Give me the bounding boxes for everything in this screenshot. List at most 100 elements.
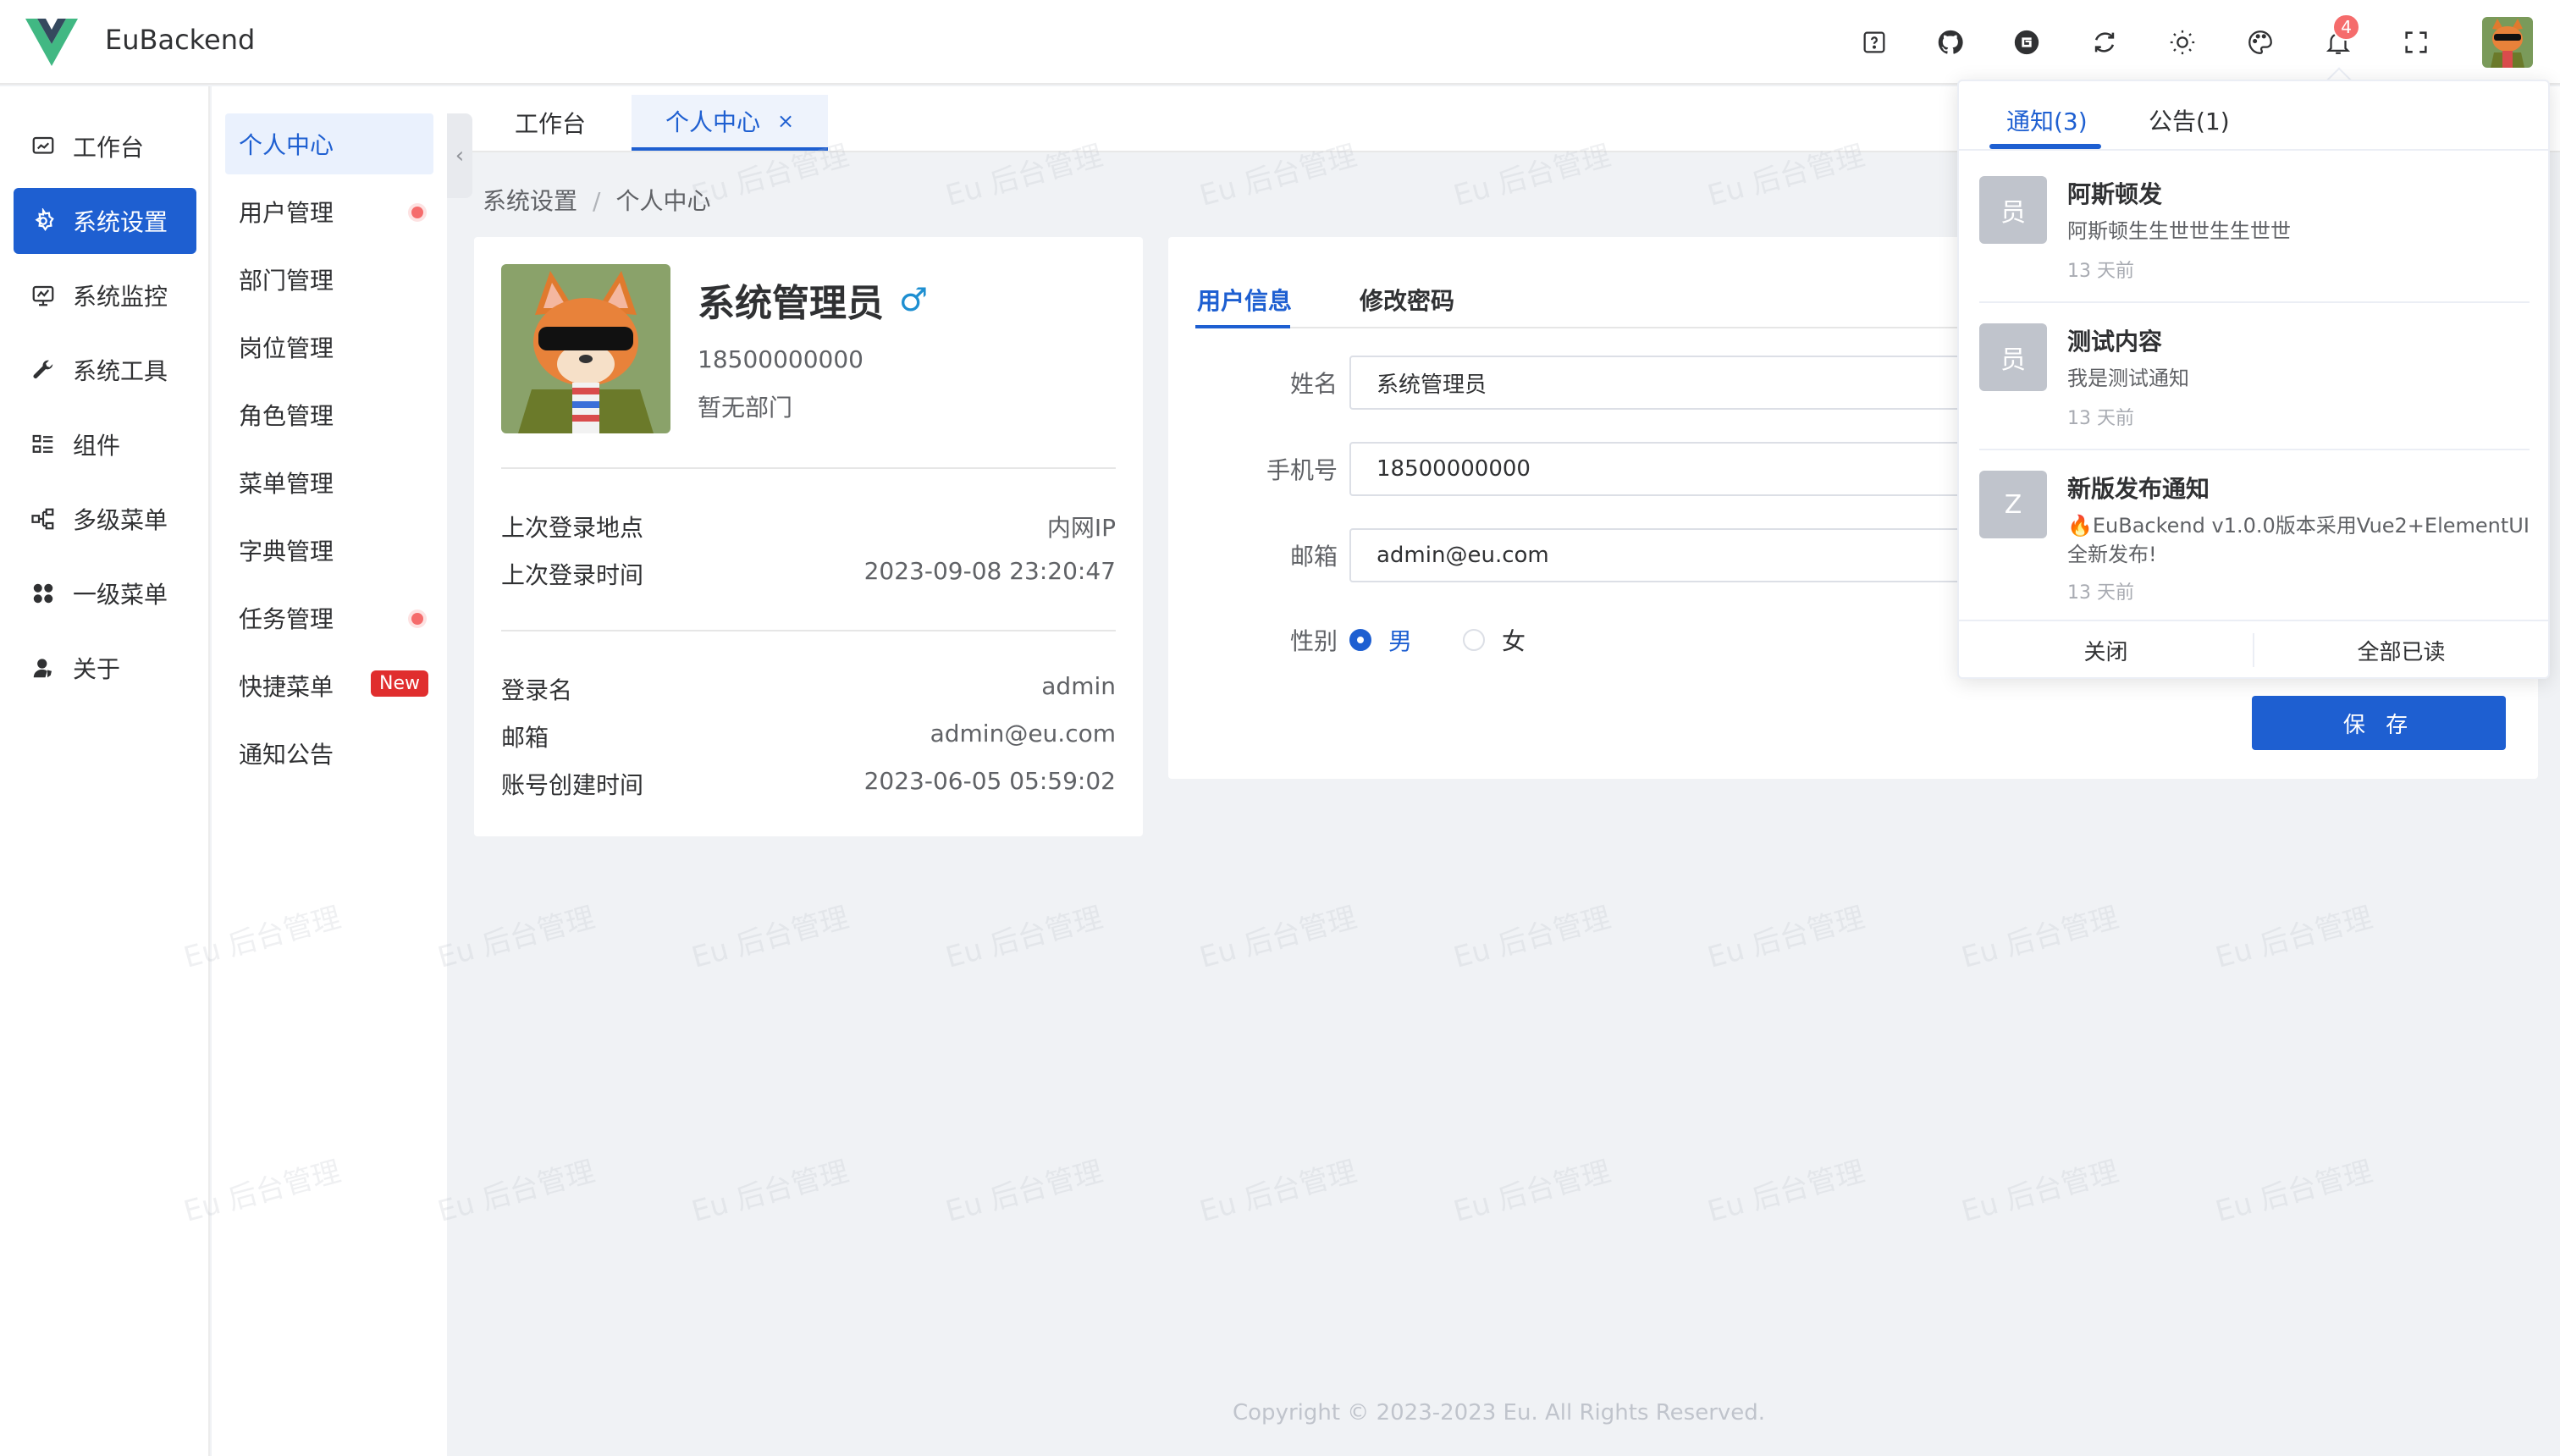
mark-all-read-button[interactable]: 全部已读 bbox=[2254, 621, 2548, 679]
male-icon: ♂ bbox=[899, 281, 929, 318]
refresh-icon[interactable] bbox=[2086, 24, 2123, 61]
theme-sun-icon[interactable] bbox=[2164, 24, 2201, 61]
notification-desc: 阿斯顿生生世世生生世世 bbox=[2067, 219, 2291, 243]
menu-item-system-tools[interactable]: 系统工具 bbox=[14, 337, 196, 403]
tree-icon bbox=[29, 505, 58, 533]
primary-sidebar: 工作台 系统设置 系统监控 系统工具 组件 多级菜单 一级菜单 关于 bbox=[0, 86, 210, 1456]
divider bbox=[501, 467, 1116, 469]
top-header: EuBackend 4 bbox=[0, 0, 2560, 85]
notification-item[interactable]: 员 阿斯顿发 阿斯顿生生世世生生世世 13 天前 bbox=[1979, 176, 2530, 303]
row-value: admin@eu.com bbox=[930, 720, 1116, 747]
submenu-item-departments[interactable]: 部门管理 bbox=[225, 249, 433, 310]
menu-item-dashboard[interactable]: 工作台 bbox=[14, 113, 196, 179]
submenu-item-menus[interactable]: 菜单管理 bbox=[225, 452, 433, 513]
tab-notices[interactable]: 通知(3) bbox=[2006, 103, 2088, 137]
menu-item-label: 一级菜单 bbox=[73, 581, 168, 609]
submenu-item-profile[interactable]: 个人中心 bbox=[225, 113, 433, 174]
gitee-icon[interactable] bbox=[2008, 24, 2045, 61]
watermark-text: Eu 后台管理 bbox=[1957, 1154, 2122, 1229]
collapse-sidebar-handle[interactable]: ‹ bbox=[447, 113, 472, 198]
divider bbox=[501, 630, 1116, 631]
watermark-text: Eu 后台管理 bbox=[1703, 1154, 1868, 1229]
tab-announcements[interactable]: 公告(1) bbox=[2149, 103, 2230, 137]
submenu-item-dictionary[interactable]: 字典管理 bbox=[225, 520, 433, 581]
settings-icon bbox=[29, 207, 58, 235]
watermark-text: Eu 后台管理 bbox=[1703, 900, 1868, 975]
profile-avatar[interactable] bbox=[501, 264, 670, 433]
watermark-text: Eu 后台管理 bbox=[1195, 900, 1360, 975]
menu-item-components[interactable]: 组件 bbox=[14, 411, 196, 477]
watermark-text: Eu 后台管理 bbox=[687, 1154, 852, 1229]
vue-logo-icon[interactable] bbox=[25, 19, 78, 66]
menu-item-label: 关于 bbox=[73, 655, 121, 683]
row-value: admin bbox=[1041, 672, 1116, 700]
watermark-text: Eu 后台管理 bbox=[2211, 1154, 2376, 1229]
submenu-item-users[interactable]: 用户管理 bbox=[225, 181, 433, 242]
menu-item-system-settings[interactable]: 系统设置 bbox=[14, 188, 196, 254]
secondary-sidebar: 个人中心 用户管理 部门管理 岗位管理 角色管理 菜单管理 字典管理 任务管理 … bbox=[212, 86, 447, 1456]
gender-female-radio[interactable]: 女 bbox=[1463, 623, 1526, 657]
menu-item-level-one[interactable]: 一级菜单 bbox=[14, 560, 196, 626]
tab-user-info[interactable]: 用户信息 bbox=[1197, 283, 1292, 317]
tab-label: 个人中心 bbox=[665, 108, 761, 136]
last-login-time-row: 上次登录时间 2023-09-08 23:20:47 bbox=[501, 557, 1116, 591]
dashboard-icon bbox=[29, 132, 58, 161]
menu-item-about[interactable]: 关于 bbox=[14, 635, 196, 701]
notification-time: 13 天前 bbox=[2067, 408, 2134, 429]
watermark-text: Eu 后台管理 bbox=[433, 900, 599, 975]
help-icon[interactable] bbox=[1856, 24, 1893, 61]
row-value: 2023-06-05 05:59:02 bbox=[863, 767, 1116, 795]
notification-title: 新版发布通知 bbox=[2067, 475, 2210, 503]
notification-count-badge: 4 bbox=[2332, 14, 2360, 41]
notification-time: 13 天前 bbox=[2067, 582, 2134, 604]
user-avatar[interactable] bbox=[2482, 17, 2533, 68]
submenu-label: 通知公告 bbox=[239, 741, 334, 769]
email-row: 邮箱 admin@eu.com bbox=[501, 720, 1116, 753]
submenu-item-shortcuts[interactable]: 快捷菜单 New bbox=[225, 655, 433, 716]
github-icon[interactable] bbox=[1932, 24, 1969, 61]
last-login-location-row: 上次登录地点 内网IP bbox=[501, 510, 1116, 543]
palette-icon[interactable] bbox=[2242, 24, 2279, 61]
row-label: 上次登录地点 bbox=[501, 514, 644, 542]
menu-item-system-monitor[interactable]: 系统监控 bbox=[14, 262, 196, 328]
notification-item[interactable]: Z 新版发布通知 🔥EuBackend v1.0.0版本采用Vue2+Eleme… bbox=[1979, 471, 2530, 615]
submenu-item-positions[interactable]: 岗位管理 bbox=[225, 317, 433, 378]
notification-desc: 我是测试通知 bbox=[2067, 367, 2189, 390]
radio-circle bbox=[1463, 629, 1485, 651]
bell-icon[interactable]: 4 bbox=[2320, 14, 2360, 61]
watermark-text: Eu 后台管理 bbox=[1449, 1154, 1614, 1229]
wrench-icon bbox=[29, 356, 58, 384]
notification-avatar: Z bbox=[1979, 471, 2047, 538]
notification-avatar: 员 bbox=[1979, 176, 2047, 244]
chevron-left-icon: ‹ bbox=[455, 143, 465, 168]
breadcrumb-separator: / bbox=[593, 187, 601, 215]
copyright-footer: Copyright © 2023-2023 Eu. All Rights Res… bbox=[1233, 1400, 1766, 1426]
save-button[interactable]: 保 存 bbox=[2252, 696, 2506, 750]
divider bbox=[1979, 301, 2530, 303]
row-value: 内网IP bbox=[1046, 514, 1116, 542]
breadcrumb-parent[interactable]: 系统设置 bbox=[483, 187, 577, 215]
phone-label: 手机号 bbox=[1266, 456, 1338, 484]
profile-name: 系统管理员 bbox=[698, 282, 884, 325]
notification-time: 13 天前 bbox=[2067, 261, 2134, 282]
active-tab-indicator bbox=[1989, 144, 2101, 149]
grid-icon bbox=[29, 579, 58, 608]
submenu-item-roles[interactable]: 角色管理 bbox=[225, 384, 433, 445]
active-tab-indicator bbox=[1195, 325, 1290, 328]
gender-male-radio[interactable]: 男 bbox=[1349, 623, 1412, 657]
close-icon[interactable]: × bbox=[777, 109, 794, 133]
submenu-label: 岗位管理 bbox=[239, 334, 334, 362]
submenu-item-notices[interactable]: 通知公告 bbox=[225, 723, 433, 784]
notification-item[interactable]: 员 测试内容 我是测试通知 13 天前 bbox=[1979, 323, 2530, 450]
close-notifications-button[interactable]: 关闭 bbox=[1959, 621, 2253, 679]
submenu-label: 用户管理 bbox=[239, 199, 334, 227]
watermark-text: Eu 后台管理 bbox=[1195, 1154, 1360, 1229]
fullscreen-icon[interactable] bbox=[2397, 24, 2435, 61]
submenu-item-tasks[interactable]: 任务管理 bbox=[225, 587, 433, 648]
menu-item-multi-level[interactable]: 多级菜单 bbox=[14, 486, 196, 552]
tab-dashboard[interactable]: 工作台 bbox=[481, 95, 620, 151]
menu-item-label: 系统设置 bbox=[73, 208, 168, 236]
menu-item-label: 多级菜单 bbox=[73, 506, 168, 534]
tab-profile[interactable]: 个人中心 × bbox=[632, 95, 829, 151]
tab-change-password[interactable]: 修改密码 bbox=[1360, 283, 1454, 317]
